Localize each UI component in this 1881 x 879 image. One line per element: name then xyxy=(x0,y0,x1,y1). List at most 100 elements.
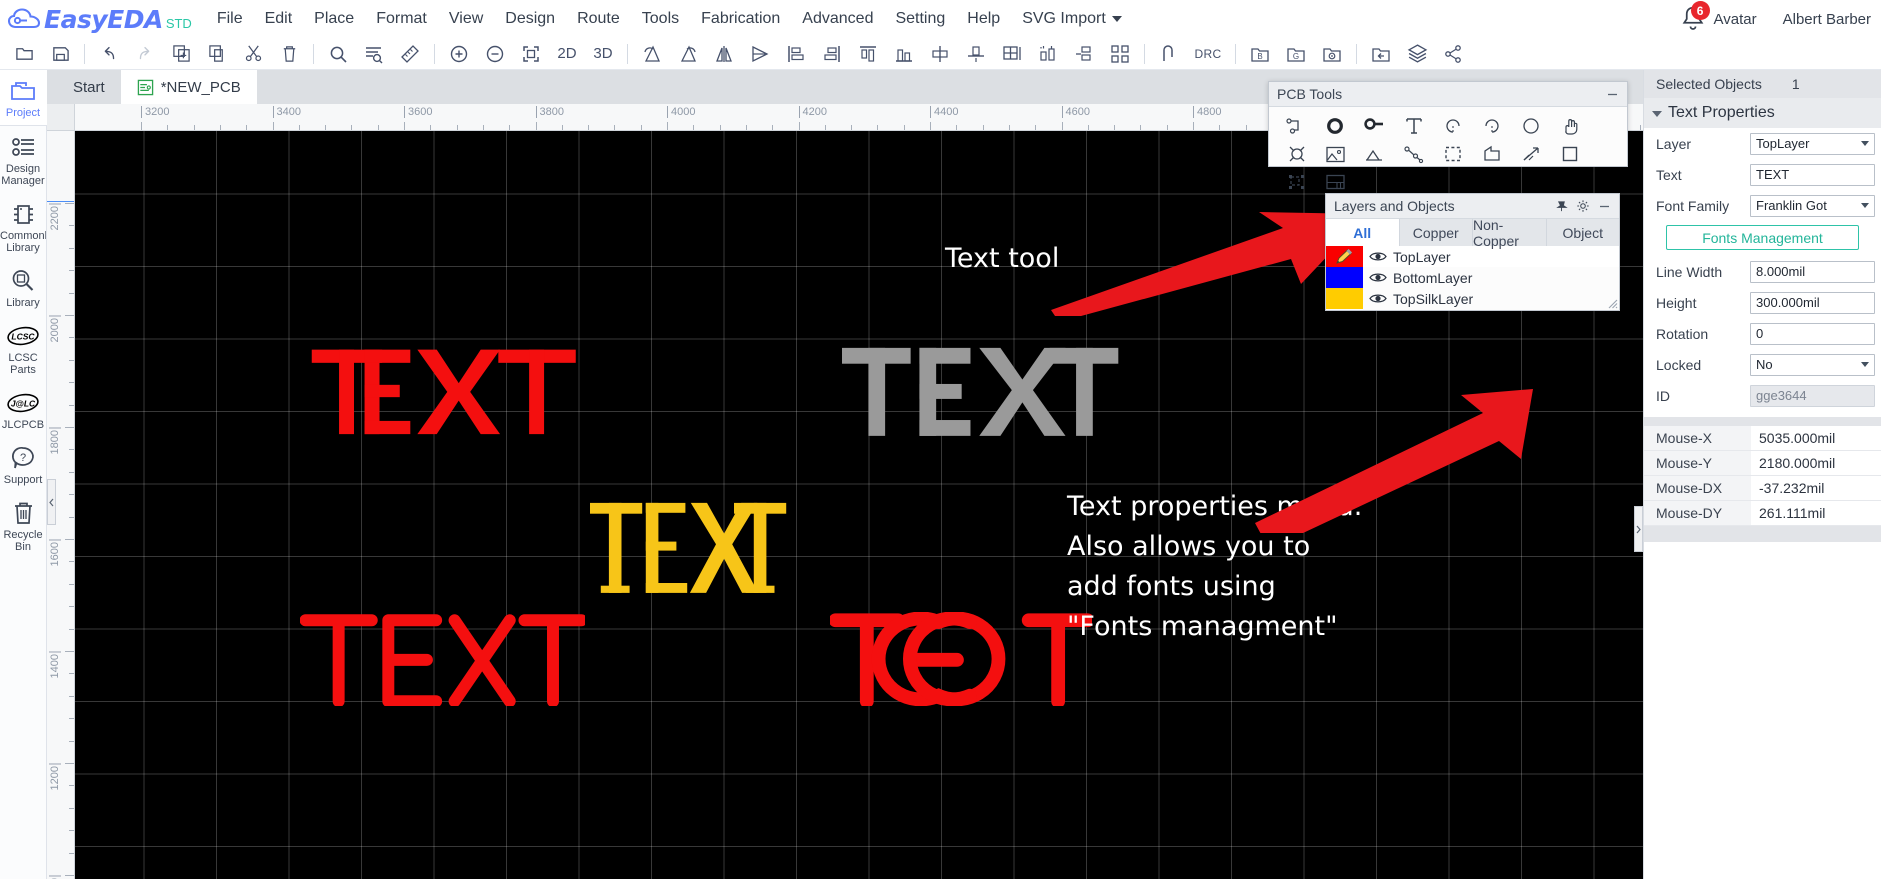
pad-icon[interactable] xyxy=(1316,112,1355,140)
sidebar-item-project[interactable]: Project xyxy=(0,70,47,125)
board-outline-tool-icon[interactable] xyxy=(1316,168,1355,196)
duplicate-icon[interactable] xyxy=(199,39,235,69)
find-icon[interactable] xyxy=(320,39,356,69)
share-icon[interactable] xyxy=(1435,39,1471,69)
hole-icon[interactable] xyxy=(1550,112,1589,140)
image-icon[interactable] xyxy=(1316,140,1355,168)
menu-file[interactable]: File xyxy=(206,4,254,34)
layer-visibility-icon[interactable] xyxy=(1363,292,1393,305)
text-properties-section-header[interactable]: Text Properties xyxy=(1644,98,1881,128)
distribute-horizontal-icon[interactable] xyxy=(1066,39,1102,69)
pcb-text-object-1[interactable] xyxy=(310,347,600,440)
layer-color-swatch[interactable] xyxy=(1326,267,1363,288)
minimize-icon[interactable] xyxy=(1606,88,1619,101)
cut-scissors-icon[interactable] xyxy=(235,39,271,69)
rotate-cw-icon[interactable] xyxy=(670,39,706,69)
pcb-tools-header[interactable]: PCB Tools xyxy=(1269,82,1627,107)
menu-fabrication[interactable]: Fabrication xyxy=(690,4,791,34)
panelize-icon[interactable] xyxy=(1277,168,1316,196)
menu-route[interactable]: Route xyxy=(566,4,631,34)
flip-icon[interactable] xyxy=(742,39,778,69)
align-top-icon[interactable] xyxy=(850,39,886,69)
tab-start[interactable]: Start xyxy=(57,70,121,104)
fill-area-icon[interactable] xyxy=(1433,140,1472,168)
menu-edit[interactable]: Edit xyxy=(254,4,304,34)
fonts-management-button[interactable]: Fonts Management xyxy=(1666,225,1859,250)
layers-panel-header[interactable]: Layers and Objects xyxy=(1326,194,1619,219)
layer-visibility-icon[interactable] xyxy=(1363,250,1393,263)
pcb-text-object-4[interactable] xyxy=(299,612,588,709)
find-list-icon[interactable] xyxy=(356,39,392,69)
distribute-grid-icon[interactable] xyxy=(994,39,1030,69)
menu-svg-import[interactable]: SVG Import xyxy=(1011,4,1133,34)
app-logo[interactable]: EasyEDA STD xyxy=(0,7,196,32)
drc-button[interactable]: DRC xyxy=(1187,39,1229,69)
track-icon[interactable] xyxy=(1277,112,1316,140)
layer-row-topsilklayer[interactable]: TopSilkLayer xyxy=(1326,288,1619,309)
layers-tab-non-copper[interactable]: Non-Copper xyxy=(1473,217,1547,249)
layer-select[interactable]: TopLayer xyxy=(1750,132,1875,155)
gerber-icon[interactable]: G xyxy=(1278,39,1314,69)
layers-tab-copper[interactable]: Copper xyxy=(1400,219,1473,246)
align-left-icon[interactable] xyxy=(778,39,814,69)
menu-format[interactable]: Format xyxy=(365,4,438,34)
pcb-text-object-5[interactable] xyxy=(828,611,1095,709)
resize-grip-icon[interactable] xyxy=(1606,297,1618,309)
redo-icon[interactable] xyxy=(127,39,163,69)
notifications-button[interactable]: 6 xyxy=(1678,1,1710,34)
line-width-input[interactable] xyxy=(1750,260,1875,283)
align-center-horizontal-icon[interactable] xyxy=(958,39,994,69)
measure-icon[interactable] xyxy=(1511,140,1550,168)
group-icon[interactable] xyxy=(1102,39,1138,69)
layer-row-bottomlayer[interactable]: BottomLayer xyxy=(1326,267,1619,288)
height-input[interactable] xyxy=(1750,291,1875,314)
layer-row-toplayer[interactable]: TopLayer xyxy=(1326,246,1619,267)
view-3d-button[interactable]: 3D xyxy=(585,39,621,69)
menu-place[interactable]: Place xyxy=(303,4,365,34)
locked-select[interactable]: No xyxy=(1750,353,1875,376)
circle-icon[interactable] xyxy=(1511,112,1550,140)
user-name[interactable]: Albert Barber xyxy=(1783,11,1871,28)
align-right-icon[interactable] xyxy=(814,39,850,69)
align-bottom-icon[interactable] xyxy=(886,39,922,69)
copy-add-icon[interactable] xyxy=(163,39,199,69)
panel-collapse-handle[interactable] xyxy=(47,479,56,525)
gear-icon[interactable] xyxy=(1576,199,1590,213)
undo-icon[interactable] xyxy=(91,39,127,69)
layer-color-swatch[interactable] xyxy=(1326,288,1363,309)
minimize-icon[interactable] xyxy=(1598,200,1611,213)
import-back-icon[interactable] xyxy=(1363,39,1399,69)
sidebar-item-library[interactable]: Library xyxy=(0,260,47,315)
delete-trash-icon[interactable] xyxy=(271,39,307,69)
menu-help[interactable]: Help xyxy=(956,4,1011,34)
sidebar-item-commonly-library[interactable]: Commonly Library xyxy=(0,193,47,260)
align-center-vertical-icon[interactable] xyxy=(922,39,958,69)
menu-tools[interactable]: Tools xyxy=(631,4,690,34)
menu-view[interactable]: View xyxy=(438,4,494,34)
zoom-fit-icon[interactable] xyxy=(513,39,549,69)
rotation-input[interactable] xyxy=(1750,322,1875,345)
board-outline-icon[interactable]: B xyxy=(1242,39,1278,69)
distribute-vertical-icon[interactable] xyxy=(1030,39,1066,69)
sidebar-item-lcsc-parts[interactable]: LCSC LCSC Parts xyxy=(0,315,47,382)
measure-ruler-icon[interactable] xyxy=(392,39,428,69)
text-input[interactable] xyxy=(1750,163,1875,186)
layers-stack-icon[interactable] xyxy=(1399,39,1435,69)
sidebar-item-recycle-bin[interactable]: Recycle Bin xyxy=(0,492,47,559)
solid-region-icon[interactable] xyxy=(1472,140,1511,168)
open-folder-icon[interactable] xyxy=(6,39,42,69)
layer-visibility-icon[interactable] xyxy=(1363,271,1393,284)
save-icon[interactable] xyxy=(42,39,78,69)
zoom-out-icon[interactable] xyxy=(477,39,513,69)
via-cross-icon[interactable] xyxy=(1277,140,1316,168)
arc-alt-icon[interactable] xyxy=(1472,112,1511,140)
right-panel-collapse-handle[interactable] xyxy=(1634,506,1643,552)
drill-icon[interactable] xyxy=(1314,39,1350,69)
pcb-text-object-2[interactable] xyxy=(842,347,1119,440)
pin-icon[interactable] xyxy=(1555,200,1568,213)
polygon-line-icon[interactable] xyxy=(1394,140,1433,168)
menu-setting[interactable]: Setting xyxy=(884,4,956,34)
zoom-in-icon[interactable] xyxy=(441,39,477,69)
arc-icon[interactable] xyxy=(1433,112,1472,140)
menu-advanced[interactable]: Advanced xyxy=(791,4,884,34)
